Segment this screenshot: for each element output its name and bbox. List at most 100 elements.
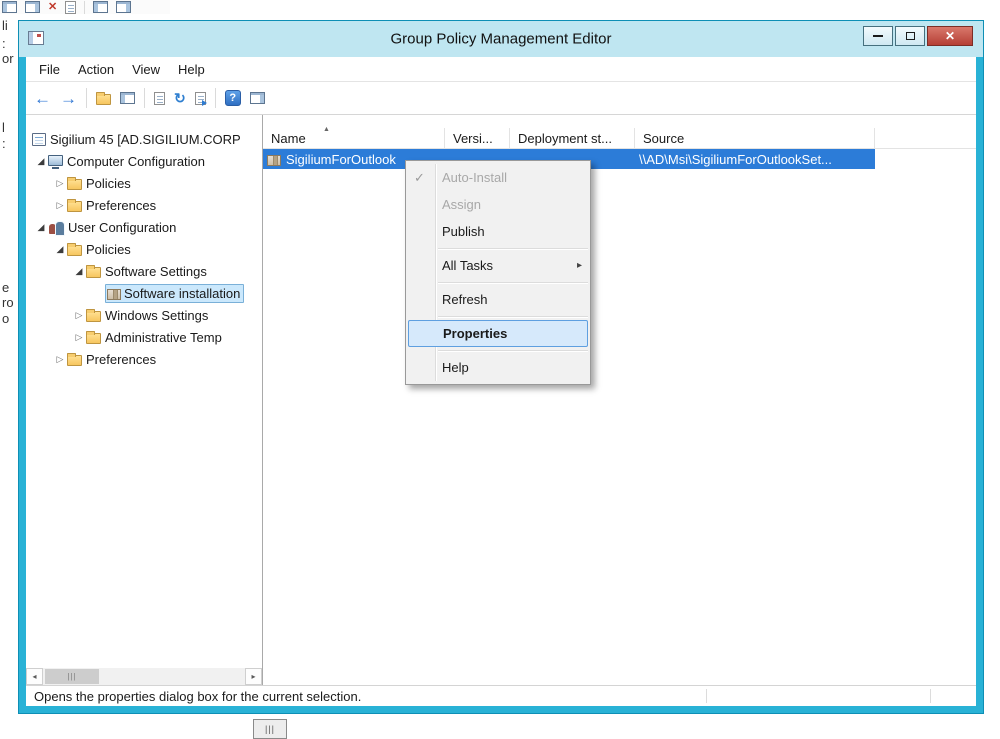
window-title: Group Policy Management Editor — [19, 31, 983, 48]
minimize-button[interactable] — [863, 26, 893, 46]
back-button[interactable]: ← — [34, 90, 51, 107]
column-header-deployment-state[interactable]: Deployment st... — [510, 128, 635, 148]
folder-icon — [86, 311, 101, 322]
context-item-assign[interactable]: Assign — [406, 191, 590, 218]
tree-item-administrative-templates[interactable]: ▷ Administrative Temp — [26, 326, 262, 348]
tree-item-sigilium-45-root[interactable]: Sigilium 45 [AD.SIGILIUM.CORP — [26, 128, 262, 150]
menu-item-label: All Tasks — [442, 258, 493, 273]
folder-icon — [67, 355, 82, 366]
package-icon — [267, 155, 281, 166]
tree-item-policies-computer[interactable]: ▷ Policies — [26, 172, 262, 194]
folder-icon — [67, 245, 82, 256]
toolbar: ← → ↻ ? — [26, 82, 976, 115]
context-item-all-tasks[interactable]: All Tasks ▸ — [406, 252, 590, 279]
column-label: Deployment st... — [518, 131, 612, 146]
export-list-button[interactable] — [154, 92, 165, 105]
window-icon — [2, 1, 17, 13]
scroll-left-button[interactable]: ◂ — [26, 668, 43, 685]
context-item-auto-install[interactable]: ✓ Auto-Install — [406, 164, 590, 191]
tree-item-preferences-user[interactable]: ▷ Preferences — [26, 348, 262, 370]
background-text-fragment: ro — [2, 295, 14, 310]
context-item-help[interactable]: Help — [406, 354, 590, 381]
expander-icon[interactable]: ▷ — [72, 332, 86, 343]
selected-tree-item[interactable]: Software installation — [105, 284, 244, 303]
tree-item-preferences-computer[interactable]: ▷ Preferences — [26, 194, 262, 216]
menu-item-label: Properties — [443, 326, 507, 341]
tree-item-label: Preferences — [86, 352, 156, 367]
background-text-fragment: li — [2, 18, 8, 33]
tree-item-label: Software installation — [124, 286, 240, 301]
expander-icon[interactable]: ◢ — [34, 156, 48, 167]
menu-action[interactable]: Action — [69, 62, 123, 77]
menu-item-label: Refresh — [442, 292, 488, 307]
maximize-button[interactable] — [895, 26, 925, 46]
expander-icon[interactable]: ◢ — [34, 222, 48, 233]
menu-view[interactable]: View — [123, 62, 169, 77]
show-console-tree-button[interactable] — [120, 92, 135, 104]
forward-button[interactable]: → — [60, 90, 77, 107]
status-divider — [706, 689, 707, 703]
column-header-source[interactable]: Source — [635, 128, 875, 148]
close-button[interactable]: ✕ — [927, 26, 973, 46]
help-button[interactable]: ? — [225, 90, 241, 106]
console-tree-pane: Sigilium 45 [AD.SIGILIUM.CORP ◢ Computer… — [26, 115, 263, 685]
toolbar-separator — [86, 88, 87, 108]
column-header-filler — [875, 128, 976, 148]
up-one-level-button[interactable] — [96, 94, 111, 105]
export-button[interactable] — [195, 92, 206, 105]
menu-help[interactable]: Help — [169, 62, 214, 77]
folder-icon — [86, 267, 101, 278]
results-pane: Name ▲ Versi... Deployment st... Source — [263, 115, 976, 685]
document-icon — [65, 1, 76, 14]
column-header-version[interactable]: Versi... — [445, 128, 510, 148]
column-label: Versi... — [453, 131, 493, 146]
expander-icon[interactable]: ◢ — [53, 244, 67, 255]
menu-separator — [438, 282, 588, 283]
menu-item-label: Auto-Install — [442, 170, 507, 185]
refresh-button[interactable]: ↻ — [174, 91, 186, 105]
tree-item-software-installation[interactable]: Software installation — [26, 282, 262, 304]
window-frame: File Action View Help ← → ↻ ? — [19, 57, 983, 713]
column-header-name[interactable]: Name ▲ — [263, 128, 445, 148]
background-text-fragment: e — [2, 280, 9, 295]
tree-item-label: Preferences — [86, 198, 156, 213]
tree-item-computer-configuration[interactable]: ◢ Computer Configuration — [26, 150, 262, 172]
context-item-refresh[interactable]: Refresh — [406, 286, 590, 313]
scroll-right-button[interactable]: ▸ — [245, 668, 262, 685]
tree-item-label: Sigilium 45 [AD.SIGILIUM.CORP — [50, 132, 241, 147]
context-item-publish[interactable]: Publish — [406, 218, 590, 245]
expander-icon[interactable]: ▷ — [53, 200, 67, 211]
expander-icon[interactable]: ▷ — [53, 354, 67, 365]
tree-item-policies-user[interactable]: ◢ Policies — [26, 238, 262, 260]
minimize-icon — [873, 35, 883, 37]
show-action-pane-button[interactable] — [250, 92, 265, 104]
cell-source: \\AD\Msi\SigiliumForOutlookSet... — [639, 152, 871, 167]
context-item-properties[interactable]: Properties — [408, 320, 588, 347]
tree-item-user-configuration[interactable]: ◢ User Configuration — [26, 216, 262, 238]
tree-item-windows-settings[interactable]: ▷ Windows Settings — [26, 304, 262, 326]
menu-file[interactable]: File — [30, 62, 69, 77]
background-scrollbar-fragment: ||| — [253, 719, 287, 739]
tree-horizontal-scrollbar[interactable]: ◂ ||| ▸ — [26, 668, 262, 685]
delete-icon: ✕ — [48, 1, 57, 13]
maximize-icon — [906, 32, 915, 40]
scrollbar-thumb[interactable]: ||| — [45, 669, 99, 684]
column-label: Source — [643, 131, 684, 146]
tree-item-software-settings[interactable]: ◢ Software Settings — [26, 260, 262, 282]
expander-icon[interactable]: ▷ — [72, 310, 86, 321]
background-text-fragment: : — [2, 136, 6, 151]
menu-bar: File Action View Help — [26, 57, 976, 82]
tree-item-label: Windows Settings — [105, 308, 208, 323]
tree-item-label: Administrative Temp — [105, 330, 222, 345]
expander-icon[interactable]: ▷ — [53, 178, 67, 189]
close-icon: ✕ — [945, 30, 955, 42]
context-menu: ✓ Auto-Install Assign Publish All Tasks … — [405, 160, 591, 385]
status-text: Opens the properties dialog box for the … — [34, 689, 361, 704]
background-text-fragment: : — [2, 36, 6, 51]
title-bar[interactable]: Group Policy Management Editor ✕ — [19, 21, 983, 57]
window-icon — [93, 1, 108, 13]
background-text-fragment: o — [2, 311, 9, 326]
column-label: Name — [271, 131, 306, 146]
tree-item-label: Policies — [86, 242, 131, 257]
expander-icon[interactable]: ◢ — [72, 266, 86, 277]
